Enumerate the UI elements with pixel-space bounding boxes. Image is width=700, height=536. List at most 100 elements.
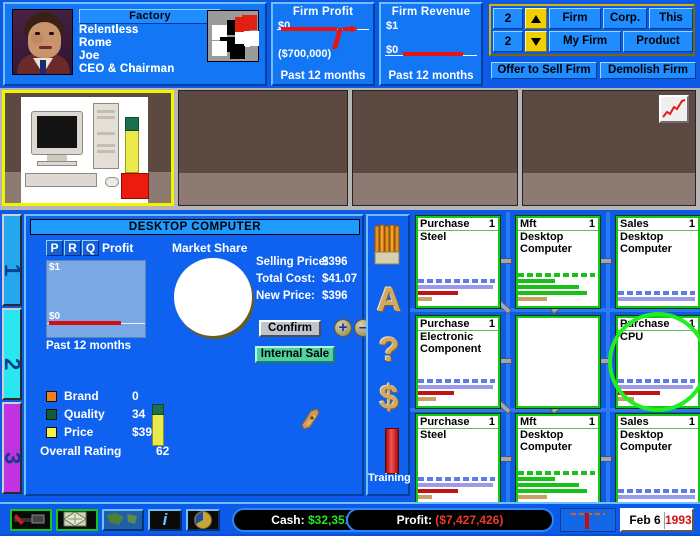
desktop-computer-image xyxy=(21,97,149,203)
unit-bar xyxy=(618,385,694,389)
grid-unit-u3[interactable]: Sales 1 Desktop Computer xyxy=(616,216,700,308)
unit-bar xyxy=(518,483,579,487)
firm-revenue-footer: Past 12 months xyxy=(388,70,474,82)
tab-firm[interactable]: Firm xyxy=(549,8,601,29)
brand-swatch xyxy=(46,391,57,402)
grid-unit-u1[interactable]: Purchase 1 Steel xyxy=(416,216,500,308)
tab-my-firm[interactable]: My Firm xyxy=(549,31,621,52)
ceo-role: CEO & Chairman xyxy=(79,63,175,75)
factory-bay-1-selected[interactable] xyxy=(2,90,174,206)
unit-bar xyxy=(518,489,587,493)
unit-header: Mft 1 xyxy=(518,218,598,231)
firm-title[interactable]: Factory xyxy=(79,9,221,24)
grid-unit-u2[interactable]: Mft 1 Desktop Computer xyxy=(516,216,600,308)
rnd-toggle[interactable]: R xyxy=(64,240,81,256)
zoom-level-row1: 2 xyxy=(493,8,523,29)
quality-label: Quality xyxy=(64,407,105,421)
unit-product-name: Desktop Computer xyxy=(620,429,672,453)
quality-value: 34 xyxy=(132,407,146,421)
info-icon[interactable]: i xyxy=(148,509,182,531)
clock-icon[interactable] xyxy=(186,509,220,531)
unit-count: 1 xyxy=(488,416,495,428)
plus-button[interactable]: + xyxy=(334,319,352,337)
demolish-firm-button[interactable]: Demolish Firm xyxy=(600,62,696,79)
unit-product-name: Desktop Computer xyxy=(520,429,572,453)
top-bar: Factory Relentless Rome Joe CEO & Chairm… xyxy=(0,0,700,88)
unit-bar xyxy=(618,397,634,401)
tab-product[interactable]: Product xyxy=(623,31,693,52)
offer-to-sell-firm-button[interactable]: Offer to Sell Firm xyxy=(491,62,597,79)
confirm-button[interactable]: Confirm xyxy=(259,320,321,337)
cash-label: Cash: xyxy=(271,513,305,527)
architecture-icon[interactable]: A xyxy=(372,278,406,322)
new-price-label: New Price: xyxy=(256,290,315,302)
unit-bar xyxy=(418,279,495,283)
training-bar-icon[interactable] xyxy=(372,428,406,476)
unit-bar xyxy=(418,483,494,487)
unit-type: Mft xyxy=(520,218,537,230)
unit-header: Purchase 1 xyxy=(418,416,498,429)
pointing-hand-icon xyxy=(299,405,321,433)
help-question-icon[interactable]: ? xyxy=(372,328,406,372)
triangle-up-icon xyxy=(531,15,541,23)
unit-product-name: Desktop Computer xyxy=(520,231,572,255)
factory-floor-strip xyxy=(0,88,700,210)
grid-unit-u8[interactable]: Mft 1 Desktop Computer xyxy=(516,414,600,506)
brand-value: 0 xyxy=(132,389,139,403)
line-chart-icon[interactable] xyxy=(659,95,689,123)
unit-header: Purchase 1 xyxy=(618,318,698,331)
product-title: DESKTOP COMPUTER xyxy=(30,219,360,235)
architecture-glyph: A xyxy=(376,281,402,319)
price-label: Price xyxy=(64,425,94,439)
grid-unit-u7[interactable]: Purchase 1 Steel xyxy=(416,414,500,506)
internal-sale-button[interactable]: Internal Sale xyxy=(255,346,335,363)
grid-unit-u9[interactable]: Sales 1 Desktop Computer xyxy=(616,414,700,506)
date-display[interactable]: Feb 6 1993 xyxy=(620,508,694,532)
help-glyph: ? xyxy=(378,331,400,369)
promotion-toggle[interactable]: P xyxy=(46,240,63,256)
unit-product-name: Steel xyxy=(420,231,447,243)
tab-this-city[interactable]: This City xyxy=(649,8,693,43)
factory-bay-4[interactable] xyxy=(522,90,696,206)
cube-logo xyxy=(207,10,259,62)
tab-corp[interactable]: Corp. xyxy=(603,8,647,29)
new-price-value: $396 xyxy=(322,290,348,302)
world-map-icon[interactable] xyxy=(102,509,144,531)
ceo-portrait xyxy=(12,9,73,75)
firm-revenue-card[interactable]: Firm Revenue $1 $0 Past 12 months xyxy=(379,2,483,86)
books-icon[interactable] xyxy=(372,222,406,270)
scroll-up-button[interactable] xyxy=(525,8,547,29)
unit-count: 1 xyxy=(688,218,695,230)
unit-type: Mft xyxy=(520,416,537,428)
unit-bar xyxy=(418,385,494,389)
dollar-icon[interactable]: $ xyxy=(372,376,406,420)
grid-unit-u4[interactable]: Purchase 1 Electronic Component xyxy=(416,316,500,408)
factory-bay-2[interactable] xyxy=(178,90,348,206)
unit-bar xyxy=(418,291,458,295)
grid-unit-u6[interactable]: Purchase 1 CPU xyxy=(616,316,700,408)
price-swatch xyxy=(46,427,57,438)
unit-bars xyxy=(418,379,498,403)
unit-bars xyxy=(518,273,598,303)
floor-tab-2[interactable]: 2 xyxy=(0,308,25,400)
unit-bar xyxy=(418,489,458,493)
blueprint-icon[interactable] xyxy=(56,509,98,531)
firm-profit-plot: $0 ($700,000) xyxy=(277,20,369,60)
quality-toggle[interactable]: Q xyxy=(82,240,99,256)
pause-speed-icon[interactable] xyxy=(560,508,616,532)
firm-profit-card[interactable]: Firm Profit $0 ($700,000) Past 12 months xyxy=(271,2,375,86)
grid-unit-empty[interactable] xyxy=(516,316,600,408)
unit-product-name: Electronic Component xyxy=(420,331,482,355)
scroll-down-button[interactable] xyxy=(525,31,547,52)
tools-icon[interactable] xyxy=(10,509,52,531)
firm-revenue-caption: Firm Revenue xyxy=(391,6,471,18)
firm-profit-caption: Firm Profit xyxy=(292,6,354,18)
unit-bar xyxy=(418,397,436,401)
factory-bay-3[interactable] xyxy=(352,90,518,206)
profit-label: Profit xyxy=(102,241,134,255)
brand-label: Brand xyxy=(64,389,99,403)
bottom-status-bar: i Cash: $32,351,846 Profit: ($7,427,426)… xyxy=(0,502,700,534)
floor-tab-1[interactable]: 1 xyxy=(0,214,25,306)
floor-tab-3[interactable]: 3 xyxy=(0,402,25,494)
market-share-label: Market Share xyxy=(172,241,248,255)
